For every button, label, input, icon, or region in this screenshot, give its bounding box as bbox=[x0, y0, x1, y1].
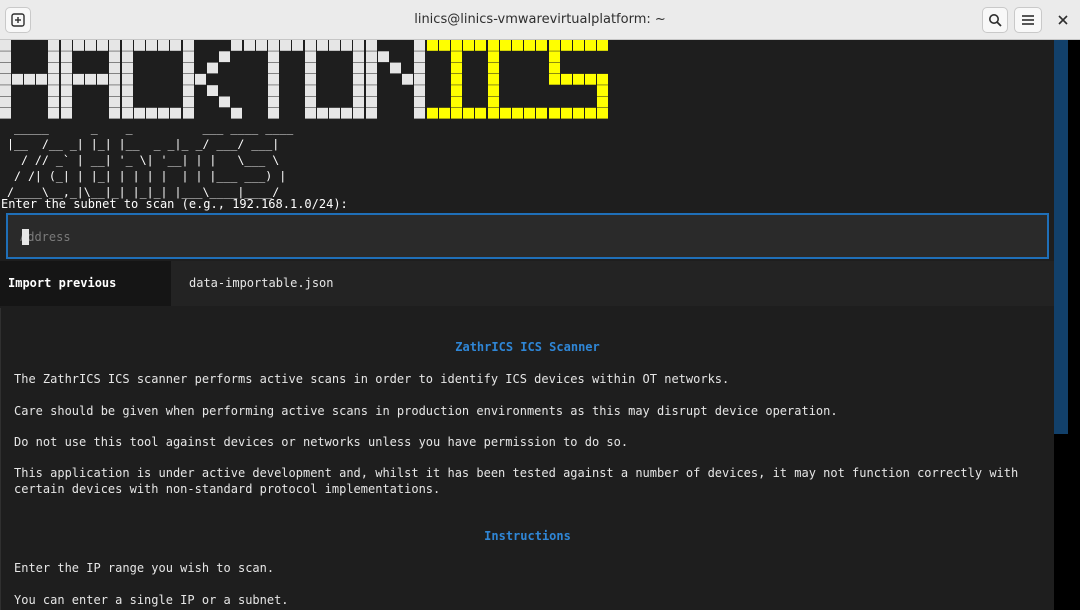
logo-letter-i bbox=[427, 40, 486, 119]
logo-letter-s bbox=[549, 40, 608, 119]
scrollbar-thumb[interactable] bbox=[1054, 40, 1068, 434]
info-paragraph: The ZathrICS ICS scanner performs active… bbox=[14, 372, 730, 386]
new-tab-icon bbox=[11, 13, 25, 27]
logo-letter-c bbox=[122, 40, 181, 119]
instruction-line: Enter the IP range you wish to scan. bbox=[14, 561, 275, 575]
address-input-box[interactable] bbox=[6, 213, 1049, 259]
text-cursor bbox=[22, 229, 29, 245]
close-icon bbox=[1058, 15, 1068, 25]
import-row: Import previous session data-importable.… bbox=[0, 261, 1054, 335]
hacktonics-logo bbox=[0, 40, 608, 119]
import-previous-session-button[interactable]: Import previous session bbox=[0, 261, 171, 335]
logo-letter-a bbox=[61, 40, 120, 119]
menu-button[interactable] bbox=[1014, 7, 1042, 33]
hamburger-menu-icon bbox=[1022, 15, 1034, 25]
logo-letter-k bbox=[183, 40, 242, 119]
info-paragraph: Care should be given when performing act… bbox=[14, 404, 838, 418]
logo-letter-c bbox=[488, 40, 547, 119]
close-button[interactable] bbox=[1050, 7, 1076, 33]
info-panel: ZathrICS ICS Scanner The ZathrICS ICS sc… bbox=[0, 308, 1053, 610]
address-input[interactable] bbox=[20, 228, 1000, 246]
terminal-area: _____ _ _ ___ ____ ____ |__ /__ _| |_| |… bbox=[0, 40, 1080, 610]
instructions-heading: Instructions bbox=[484, 529, 571, 543]
search-icon bbox=[989, 14, 1002, 27]
logo-letter-o bbox=[305, 40, 364, 119]
title-bar: linics@linics-vmwarevirtualplatform: ~ bbox=[0, 0, 1080, 40]
info-paragraph: This application is under active develop… bbox=[14, 466, 1019, 496]
info-paragraph: Do not use this tool against devices or … bbox=[14, 435, 629, 449]
ascii-banner: _____ _ _ ___ ____ ____ |__ /__ _| |_| |… bbox=[7, 121, 294, 199]
logo-letter-n bbox=[366, 40, 425, 119]
logo-letter-h bbox=[0, 40, 59, 119]
subnet-prompt: Enter the subnet to scan (e.g., 192.168.… bbox=[1, 197, 348, 211]
import-file-name[interactable]: data-importable.json bbox=[189, 261, 334, 306]
logo-letter-t bbox=[244, 40, 303, 119]
new-tab-button[interactable] bbox=[5, 7, 31, 33]
search-button[interactable] bbox=[982, 7, 1008, 33]
instruction-line: You can enter a single IP or a subnet. bbox=[14, 593, 289, 607]
window-title: linics@linics-vmwarevirtualplatform: ~ bbox=[414, 12, 666, 27]
scanner-heading: ZathrICS ICS Scanner bbox=[455, 340, 600, 354]
